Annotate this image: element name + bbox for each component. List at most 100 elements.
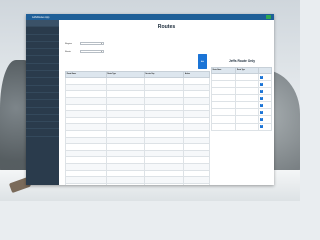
app-window: JeffsRoutes App Routes Region ▾ Route ▾ … [26,14,274,185]
table-cell [105,116,145,125]
table-cell [65,123,107,131]
table-cell [143,77,185,85]
window-control-button[interactable] [266,15,271,19]
table-cell [105,90,145,98]
table-cell [143,123,185,131]
add-route-button[interactable]: Add [198,54,207,69]
sidebar-item[interactable] [26,129,59,137]
table-row[interactable] [65,149,210,158]
sidebar-item[interactable] [26,86,59,93]
table-row[interactable] [65,103,210,112]
add-to-route-button[interactable]: + [259,103,264,107]
sidebar-item[interactable] [26,35,59,42]
action-cell: + [258,87,272,96]
table-row[interactable] [65,182,210,185]
table-cell [143,90,185,98]
table-row[interactable] [65,96,210,105]
table-row[interactable] [65,129,210,138]
table-row[interactable] [65,90,210,98]
table-row[interactable] [65,123,210,131]
table-row[interactable] [65,169,210,178]
sidebar-item[interactable] [26,93,59,101]
add-to-route-button[interactable]: + [259,110,264,114]
chevron-down-icon: ▾ [100,42,102,45]
sidebar-item[interactable] [26,122,59,130]
table-row[interactable] [65,143,210,151]
table-cell [210,108,237,117]
table-row: + [210,72,272,82]
table-row: + [210,122,272,131]
table-row[interactable] [65,136,210,145]
action-cell[interactable] [183,77,210,85]
table-row[interactable] [65,156,210,164]
table-cell [65,149,107,158]
sidebar-item[interactable] [26,100,59,108]
add-to-route-button[interactable]: + [259,96,264,100]
table-cell [105,149,145,158]
sidebar-item[interactable] [26,115,59,123]
add-to-route-button[interactable]: + [259,125,264,129]
sidebar-item[interactable] [26,27,59,35]
action-cell[interactable] [183,96,210,105]
route-select[interactable]: ▾ [80,50,104,54]
action-cell[interactable] [183,182,210,185]
sidebar-item[interactable] [26,56,59,64]
action-cell[interactable] [183,136,210,145]
sidebar-item[interactable] [26,108,59,115]
action-cell[interactable] [183,162,210,171]
table-cell [143,116,185,125]
table-cell [65,176,107,184]
table-cell [143,162,185,171]
action-cell[interactable] [183,90,210,98]
sidebar-item[interactable] [26,49,59,57]
table-row: + [210,115,272,124]
action-cell[interactable] [183,103,210,112]
action-cell[interactable] [183,123,210,131]
sidebar-item[interactable] [26,20,59,28]
region-select[interactable]: ▾ [80,42,104,46]
sidebar-item[interactable] [26,71,59,79]
table-cell [143,169,185,178]
table-row[interactable] [65,110,210,118]
sidebar-item[interactable] [26,42,59,50]
action-cell[interactable] [183,149,210,158]
add-to-route-button[interactable]: + [259,82,264,86]
table-cell [65,136,107,145]
table-row[interactable] [65,77,210,85]
action-cell: + [258,80,272,89]
table-cell [105,136,145,145]
table-cell [143,143,185,151]
action-cell[interactable] [183,110,210,118]
action-cell[interactable] [183,169,210,178]
action-cell[interactable] [183,83,210,92]
table-cell [105,176,145,184]
sidebar-item[interactable] [26,78,59,86]
table-cell [105,182,145,185]
action-cell[interactable] [183,116,210,125]
add-to-route-button[interactable]: + [259,89,264,93]
table-cell [65,103,107,112]
table-row[interactable] [65,176,210,184]
action-cell[interactable] [183,129,210,138]
add-to-route-button[interactable]: + [259,75,264,79]
table-row[interactable] [65,162,210,171]
table-cell [143,103,185,112]
page-title: Routes [157,24,176,30]
add-to-route-button[interactable]: + [259,117,264,121]
table-cell [143,149,185,158]
action-cell[interactable] [183,176,210,184]
table-cell [235,72,260,82]
table-cell [65,90,107,98]
action-cell: + [258,115,272,124]
table-row[interactable] [65,83,210,92]
action-cell[interactable] [183,143,210,151]
table-cell [105,96,145,105]
table-row[interactable] [65,116,210,125]
action-cell: + [258,122,272,131]
table-cell [143,136,185,145]
table-cell [143,110,185,118]
action-cell: + [258,72,272,82]
action-cell[interactable] [183,156,210,164]
sidebar-item[interactable] [26,64,59,72]
action-cell: + [258,101,272,110]
